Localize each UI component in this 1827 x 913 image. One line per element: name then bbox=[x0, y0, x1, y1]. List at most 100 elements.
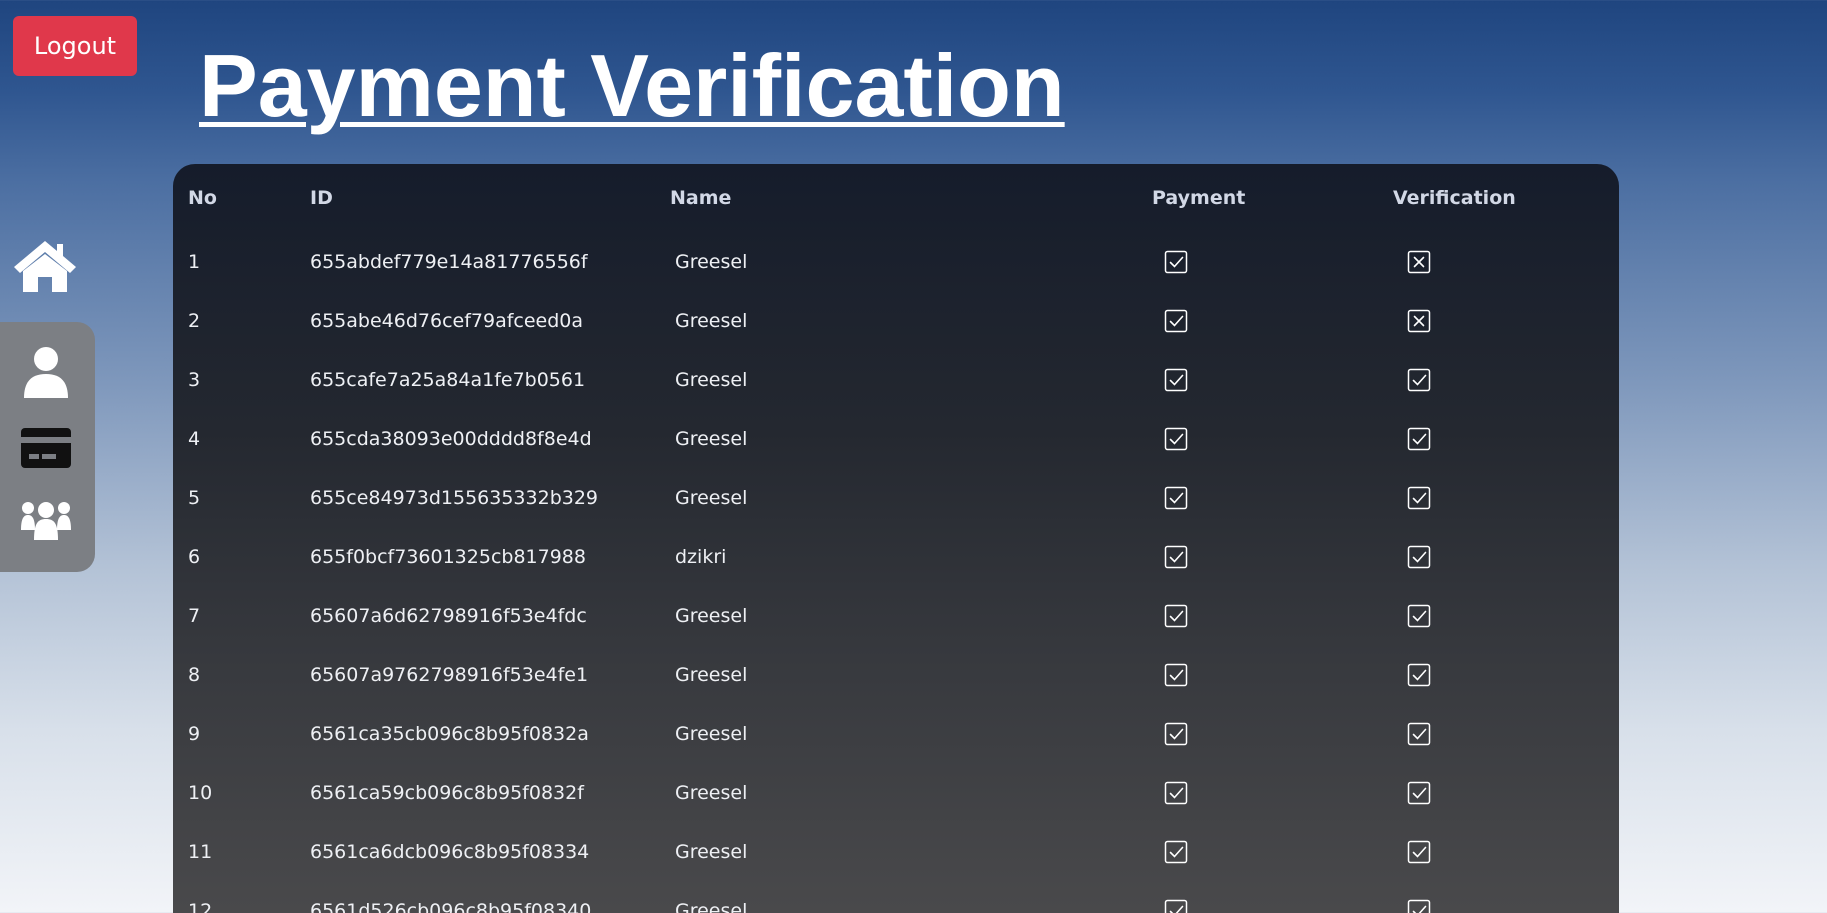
payment-table: No ID Name Payment Verification 1 655abde… bbox=[173, 164, 1619, 913]
verification-checkbox[interactable] bbox=[1407, 663, 1431, 687]
row-id: 6561d526cb096c8b95f08340 bbox=[310, 900, 592, 913]
row-name: Greesel bbox=[675, 251, 748, 273]
row-id: 655cafe7a25a84a1fe7b0561 bbox=[310, 369, 586, 391]
table-row: 4 655cda38093e00dddd8f8e4d Greesel bbox=[173, 424, 1619, 454]
row-id: 655cda38093e00dddd8f8e4d bbox=[310, 428, 592, 450]
group-icon bbox=[21, 502, 71, 540]
check-square-icon bbox=[1164, 722, 1188, 746]
check-square-icon bbox=[1407, 840, 1431, 864]
table-row: 10 6561ca59cb096c8b95f0832f Greesel bbox=[173, 778, 1619, 808]
check-square-icon bbox=[1164, 604, 1188, 628]
row-number: 9 bbox=[188, 723, 201, 745]
verification-checkbox[interactable] bbox=[1407, 545, 1431, 569]
table-row: 11 6561ca6dcb096c8b95f08334 Greesel bbox=[173, 837, 1619, 867]
row-number: 3 bbox=[188, 369, 201, 391]
table-row: 9 6561ca35cb096c8b95f0832a Greesel bbox=[173, 719, 1619, 749]
check-square-icon bbox=[1407, 781, 1431, 805]
check-square-icon bbox=[1164, 545, 1188, 569]
check-square-icon bbox=[1164, 781, 1188, 805]
check-square-icon bbox=[1407, 545, 1431, 569]
row-name: Greesel bbox=[675, 900, 748, 913]
verification-checkbox[interactable] bbox=[1407, 309, 1431, 333]
verification-checkbox[interactable] bbox=[1407, 840, 1431, 864]
payment-checkbox[interactable] bbox=[1164, 663, 1188, 687]
column-header-id: ID bbox=[310, 187, 333, 209]
check-square-icon bbox=[1407, 899, 1431, 913]
table-row: 12 6561d526cb096c8b95f08340 Greesel bbox=[173, 896, 1619, 913]
table-row: 1 655abdef779e14a81776556f Greesel bbox=[173, 247, 1619, 277]
x-square-icon bbox=[1407, 309, 1431, 333]
x-square-icon bbox=[1407, 250, 1431, 274]
table-row: 8 65607a9762798916f53e4fe1 Greesel bbox=[173, 660, 1619, 690]
check-square-icon bbox=[1164, 309, 1188, 333]
credit-card-icon bbox=[21, 428, 71, 468]
row-id: 6561ca6dcb096c8b95f08334 bbox=[310, 841, 590, 863]
table-row: 5 655ce84973d155635332b329 Greesel bbox=[173, 483, 1619, 513]
check-square-icon bbox=[1407, 486, 1431, 510]
payment-checkbox[interactable] bbox=[1164, 250, 1188, 274]
check-square-icon bbox=[1407, 722, 1431, 746]
check-square-icon bbox=[1164, 899, 1188, 913]
payment-checkbox[interactable] bbox=[1164, 545, 1188, 569]
payment-checkbox[interactable] bbox=[1164, 427, 1188, 451]
check-square-icon bbox=[1164, 427, 1188, 451]
row-number: 4 bbox=[188, 428, 201, 450]
verification-checkbox[interactable] bbox=[1407, 250, 1431, 274]
row-number: 1 bbox=[188, 251, 201, 273]
row-id: 655f0bcf73601325cb817988 bbox=[310, 546, 586, 568]
row-name: Greesel bbox=[675, 310, 748, 332]
verification-checkbox[interactable] bbox=[1407, 899, 1431, 913]
row-id: 6561ca35cb096c8b95f0832a bbox=[310, 723, 589, 745]
logout-button[interactable]: Logout bbox=[13, 16, 137, 76]
row-name: Greesel bbox=[675, 605, 748, 627]
row-number: 6 bbox=[188, 546, 201, 568]
column-header-verification: Verification bbox=[1393, 187, 1516, 209]
check-square-icon bbox=[1164, 663, 1188, 687]
row-id: 655abe46d76cef79afceed0a bbox=[310, 310, 584, 332]
sidebar-item-payments[interactable] bbox=[18, 420, 74, 476]
payment-checkbox[interactable] bbox=[1164, 840, 1188, 864]
table-row: 6 655f0bcf73601325cb817988 dzikri bbox=[173, 542, 1619, 572]
row-name: Greesel bbox=[675, 428, 748, 450]
row-id: 65607a6d62798916f53e4fdc bbox=[310, 605, 587, 627]
row-number: 7 bbox=[188, 605, 201, 627]
column-header-payment: Payment bbox=[1152, 187, 1246, 209]
table-header: No ID Name Payment Verification bbox=[173, 183, 1619, 213]
payment-checkbox[interactable] bbox=[1164, 309, 1188, 333]
check-square-icon bbox=[1407, 604, 1431, 628]
column-header-no: No bbox=[188, 187, 217, 209]
verification-checkbox[interactable] bbox=[1407, 486, 1431, 510]
verification-checkbox[interactable] bbox=[1407, 427, 1431, 451]
check-square-icon bbox=[1164, 840, 1188, 864]
row-name: Greesel bbox=[675, 664, 748, 686]
row-number: 5 bbox=[188, 487, 201, 509]
row-number: 12 bbox=[188, 900, 213, 913]
home-icon[interactable] bbox=[13, 239, 77, 293]
verification-checkbox[interactable] bbox=[1407, 722, 1431, 746]
sidebar-item-groups[interactable] bbox=[18, 492, 74, 548]
user-icon bbox=[24, 347, 68, 398]
row-number: 2 bbox=[188, 310, 201, 332]
payment-checkbox[interactable] bbox=[1164, 486, 1188, 510]
verification-checkbox[interactable] bbox=[1407, 368, 1431, 392]
sidebar-item-users[interactable] bbox=[18, 344, 74, 400]
row-name: Greesel bbox=[675, 487, 748, 509]
table-row: 7 65607a6d62798916f53e4fdc Greesel bbox=[173, 601, 1619, 631]
row-number: 10 bbox=[188, 782, 213, 804]
row-name: Greesel bbox=[675, 369, 748, 391]
check-square-icon bbox=[1407, 368, 1431, 392]
payment-checkbox[interactable] bbox=[1164, 781, 1188, 805]
verification-checkbox[interactable] bbox=[1407, 781, 1431, 805]
check-square-icon bbox=[1407, 427, 1431, 451]
payment-checkbox[interactable] bbox=[1164, 368, 1188, 392]
verification-checkbox[interactable] bbox=[1407, 604, 1431, 628]
row-id: 65607a9762798916f53e4fe1 bbox=[310, 664, 589, 686]
payment-checkbox[interactable] bbox=[1164, 604, 1188, 628]
payment-checkbox[interactable] bbox=[1164, 899, 1188, 913]
row-name: Greesel bbox=[675, 782, 748, 804]
row-id: 6561ca59cb096c8b95f0832f bbox=[310, 782, 584, 804]
payment-checkbox[interactable] bbox=[1164, 722, 1188, 746]
row-id: 655ce84973d155635332b329 bbox=[310, 487, 599, 509]
table-row: 3 655cafe7a25a84a1fe7b0561 Greesel bbox=[173, 365, 1619, 395]
check-square-icon bbox=[1164, 368, 1188, 392]
